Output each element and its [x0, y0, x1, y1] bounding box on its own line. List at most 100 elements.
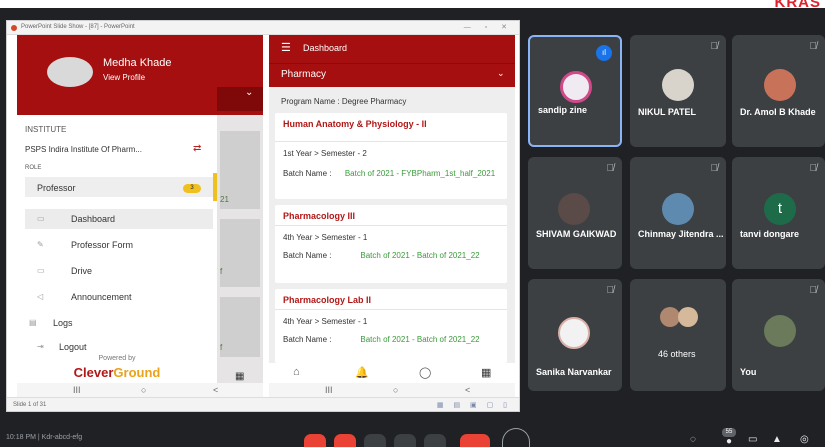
megaphone-icon: ◁	[37, 292, 44, 301]
participant-name: You	[740, 367, 757, 377]
grid-icon[interactable]: ▦	[235, 371, 244, 382]
bottom-tab-bar: ⌂ 🔔 ◯ ▦	[269, 363, 515, 383]
avatar: t	[764, 193, 796, 225]
mic-off-icon: 🎙̸	[710, 41, 719, 52]
mic-off-icon: 🎙̸	[606, 285, 615, 296]
divider	[275, 225, 507, 226]
chat-icon[interactable]: ▭	[748, 434, 757, 445]
activities-icon[interactable]: ▲	[772, 434, 782, 445]
speaking-indicator-icon: ıl	[596, 45, 612, 61]
drive-icon: ▭	[37, 266, 45, 275]
shared-window-titlebar: PowerPoint Slide Show - [87] - PowerPoin…	[7, 21, 519, 35]
window-controls[interactable]: — ▫ ✕	[464, 23, 513, 31]
dimmed-card	[220, 219, 260, 287]
role-badge: 3	[183, 184, 201, 193]
avatar	[660, 307, 680, 327]
meeting-info: 10:18 PM | Kdr-abcd-efg	[6, 434, 83, 441]
participant-tile[interactable]: 🎙̸ t tanvi dongare	[732, 157, 825, 269]
slide-counter: Slide 1 of 31	[13, 402, 47, 408]
course-title: Pharmacology Lab II	[283, 295, 372, 305]
back-button[interactable]: <	[465, 385, 470, 395]
view-profile-link[interactable]: View Profile	[103, 73, 145, 82]
participant-name: tanvi dongare	[740, 229, 800, 239]
course-card[interactable]: Pharmacology Lab II 4th Year > Semester …	[275, 289, 507, 363]
participant-tile[interactable]: 🎙̸ Chinmay Jitendra ...	[630, 157, 726, 269]
divider	[275, 309, 507, 310]
participant-tile[interactable]: 🎙̸ Dr. Amol B Khade	[732, 35, 825, 147]
mic-off-icon: 🎙̸	[809, 41, 818, 52]
menu-icon[interactable]: ☰	[281, 41, 291, 54]
participant-tile[interactable]: 🎙̸ SHIVAM GAIKWAD	[528, 157, 622, 269]
menu-item-logs[interactable]: ▤ Logs	[25, 313, 213, 333]
home-icon[interactable]: ⌂	[293, 366, 300, 378]
captions-button[interactable]	[364, 434, 386, 447]
participant-name: NIKUL PATEL	[638, 107, 696, 117]
chevron-down-icon[interactable]: ⌄	[497, 68, 505, 79]
shared-screen: PowerPoint Slide Show - [87] - PowerPoin…	[6, 20, 520, 412]
mic-off-icon: 🎙̸	[710, 163, 719, 174]
menu-item-professor-form[interactable]: ✎ Professor Form	[25, 235, 213, 255]
grid-icon[interactable]: ▦	[481, 366, 491, 379]
program-name: Program Name : Degree Pharmacy	[281, 97, 407, 106]
participant-tile[interactable]: 🎙̸ NIKUL PATEL	[630, 35, 726, 147]
avatar	[560, 71, 592, 103]
participant-tile[interactable]: 46 others	[630, 279, 726, 391]
batch-value: Batch of 2021 - Batch of 2021_22	[360, 335, 480, 344]
phone-dashboard-view: ☰ Dashboard Pharmacy ⌄ Program Name : De…	[269, 35, 515, 383]
form-icon: ✎	[37, 240, 44, 249]
home-button[interactable]: ○	[393, 385, 398, 395]
raise-hand-button[interactable]	[424, 434, 446, 447]
course-card[interactable]: Human Anatomy & Physiology - II 1st Year…	[275, 113, 507, 199]
menu-item-logout[interactable]: ⇥ Logout	[25, 337, 213, 357]
app-icon	[11, 25, 17, 31]
menu-item-label: Drive	[71, 266, 93, 276]
participant-name: Chinmay Jitendra ...	[638, 229, 724, 239]
recent-apps-button[interactable]: III	[73, 385, 81, 395]
menu-item-announcement[interactable]: ◁ Announcement	[25, 287, 213, 307]
cleverground-logo: CleverGround	[17, 365, 217, 380]
batch-value: Batch of 2021 - Batch of 2021_22	[360, 251, 480, 260]
logo-clever: Clever	[73, 365, 114, 380]
shared-window-title: PowerPoint Slide Show - [87] - PowerPoin…	[21, 24, 135, 30]
avatar	[558, 193, 590, 225]
phone-drawer-view: ⌄ Medha Khade View Profile INSTITUTE PSP…	[17, 35, 263, 383]
avatar	[662, 193, 694, 225]
menu-item-dashboard[interactable]: ▭ Dashboard	[25, 209, 213, 229]
back-button[interactable]: <	[213, 385, 218, 395]
course-title: Human Anatomy & Physiology - II	[283, 119, 427, 129]
view-buttons[interactable]: ▦ ▤ ▣ ▢ ▯	[437, 401, 511, 409]
institute-value: PSPS Indira Institute Of Pharm...	[25, 145, 142, 154]
dimmed-text: f	[220, 343, 223, 352]
recent-apps-button[interactable]: III	[325, 385, 333, 395]
chat-icon[interactable]: ◯	[419, 366, 431, 379]
avatar	[558, 317, 590, 349]
mic-off-icon: 🎙̸	[809, 163, 818, 174]
home-button[interactable]: ○	[141, 385, 146, 395]
avatar	[678, 307, 698, 327]
menu-item-label: Logout	[59, 342, 87, 352]
divider	[275, 141, 507, 142]
lock-icon[interactable]: ◎	[800, 434, 809, 445]
course-card[interactable]: Pharmacology III 4th Year > Semester - 1…	[275, 205, 507, 283]
participant-tile[interactable]: 🎙̸ You	[732, 279, 825, 391]
menu-item-label: Dashboard	[71, 214, 116, 224]
info-icon[interactable]: ◌	[690, 434, 696, 445]
camera-toggle-button[interactable]	[334, 434, 356, 447]
participant-tile[interactable]: 🎙̸ Sanika Narvankar	[528, 279, 622, 391]
menu-item-label: Announcement	[71, 292, 132, 302]
participant-name: sandip zine	[538, 105, 588, 115]
mic-toggle-button[interactable]	[304, 434, 326, 447]
menu-item-drive[interactable]: ▭ Drive	[25, 261, 213, 281]
bell-icon[interactable]: 🔔	[355, 366, 369, 379]
shared-window-statusbar: Slide 1 of 31 ▦ ▤ ▣ ▢ ▯	[7, 397, 519, 411]
avatar[interactable]	[47, 57, 93, 87]
leave-call-button[interactable]	[460, 434, 490, 447]
present-button[interactable]	[394, 434, 416, 447]
role-label: ROLE	[25, 165, 42, 171]
swap-icon[interactable]: ⇄	[193, 143, 201, 154]
people-icon[interactable]: ●	[726, 436, 732, 447]
chevron-down-icon: ⌄	[245, 87, 254, 98]
logo-ground: Ground	[113, 365, 161, 380]
participant-tile[interactable]: ıl sandip zine	[528, 35, 622, 147]
batch-label: Batch Name :	[283, 335, 332, 344]
